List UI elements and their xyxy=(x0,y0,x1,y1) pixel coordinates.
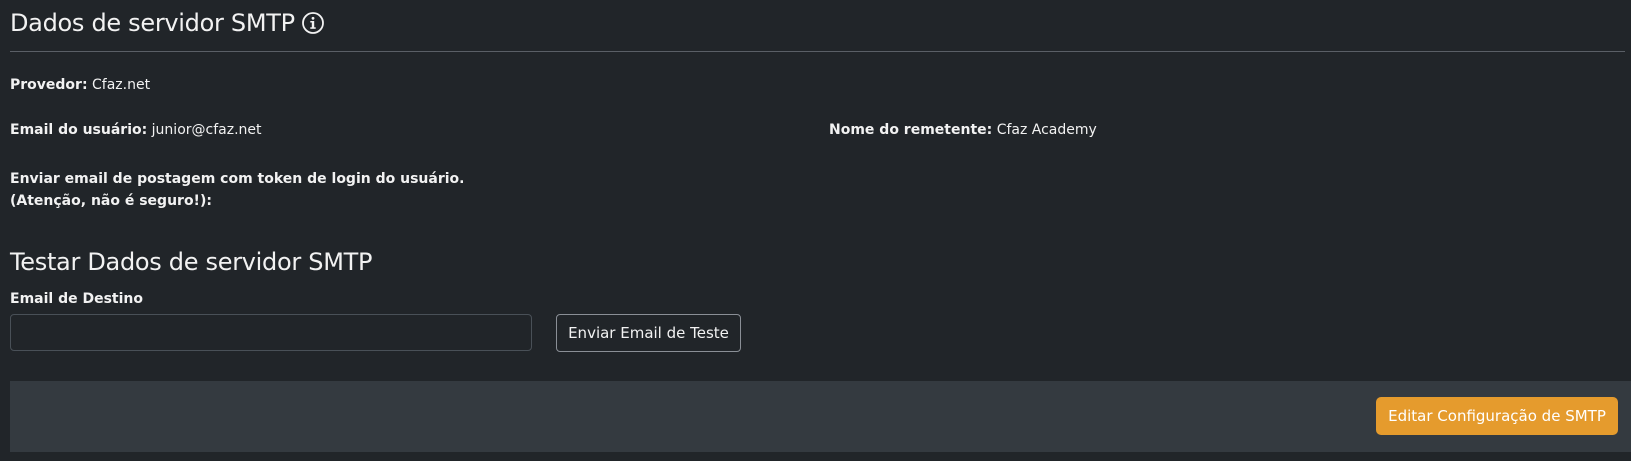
provider-label: Provedor: xyxy=(10,77,88,93)
send-test-email-button[interactable]: Enviar Email de Teste xyxy=(556,314,741,352)
user-email-label: Email do usuário: xyxy=(10,122,148,138)
destination-email-input[interactable] xyxy=(10,314,532,351)
user-email-value: junior@cfaz.net xyxy=(151,122,262,138)
sender-name-label: Nome do remetente: xyxy=(829,122,993,138)
page-header: Dados de servidor SMTP xyxy=(10,9,325,37)
edit-smtp-config-button[interactable]: Editar Configuração de SMTP xyxy=(1376,397,1618,435)
info-circle-icon[interactable] xyxy=(301,11,325,35)
provider-value: Cfaz.net xyxy=(92,77,151,93)
user-email-field: Email do usuário: junior@cfaz.net xyxy=(10,119,262,141)
send-token-email-field: Enviar email de postagem com token de lo… xyxy=(10,168,545,212)
footer-bar: Editar Configuração de SMTP xyxy=(10,381,1631,452)
test-section-title: Testar Dados de servidor SMTP xyxy=(10,248,373,276)
header-divider xyxy=(10,51,1625,52)
send-token-email-label: Enviar email de postagem com token de lo… xyxy=(10,171,465,209)
page-title: Dados de servidor SMTP xyxy=(10,9,295,37)
smtp-settings-page: Dados de servidor SMTP Provedor: Cfaz.ne… xyxy=(0,0,1631,461)
sender-name-field: Nome do remetente: Cfaz Academy xyxy=(829,119,1097,141)
sender-name-value: Cfaz Academy xyxy=(996,122,1097,138)
provider-field: Provedor: Cfaz.net xyxy=(10,74,150,96)
destination-email-label: Email de Destino xyxy=(10,291,143,307)
